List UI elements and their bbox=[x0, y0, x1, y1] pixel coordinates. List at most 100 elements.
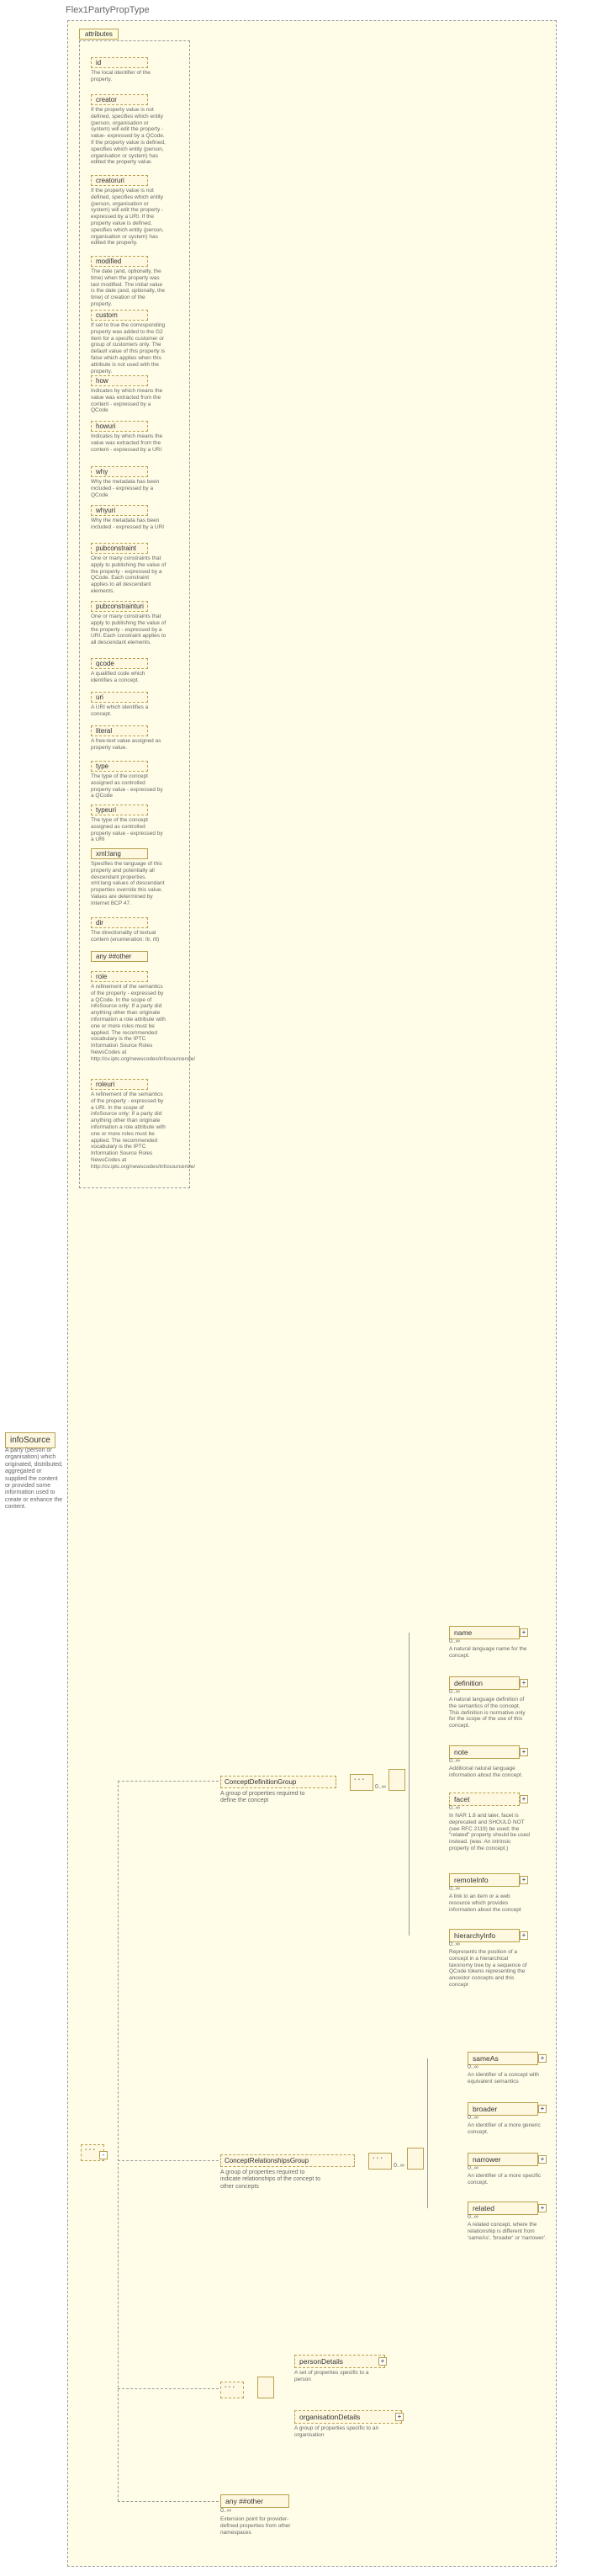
connector-line bbox=[118, 2388, 219, 2389]
attr-howuri[interactable]: howuri bbox=[91, 421, 148, 432]
sequence-compositor[interactable] bbox=[368, 2153, 392, 2170]
element-any[interactable]: any ##other bbox=[220, 2494, 289, 2508]
expand-icon[interactable]: + bbox=[520, 1876, 528, 1884]
expand-icon[interactable]: + bbox=[520, 1679, 528, 1687]
attr-typeuri[interactable]: typeuri bbox=[91, 805, 148, 815]
attr-pubconstrainturi[interactable]: pubconstrainturi bbox=[91, 601, 148, 612]
element-person-details[interactable]: personDetails bbox=[294, 2355, 385, 2368]
element-annotation: An identifier of a more generic concept. bbox=[468, 2122, 550, 2136]
attr-desc: One or many constraints that apply to pu… bbox=[91, 555, 166, 595]
attr-desc: The directionality of textual content (e… bbox=[91, 930, 166, 943]
expand-icon[interactable]: + bbox=[520, 1748, 528, 1756]
sequence-compositor[interactable] bbox=[350, 1774, 373, 1791]
element-annotation: A related concept, where the relationshi… bbox=[468, 2222, 550, 2241]
connector-line bbox=[409, 1633, 410, 1936]
choice-compositor[interactable] bbox=[388, 1769, 405, 1791]
attr-custom[interactable]: custom bbox=[91, 310, 148, 321]
multiplicity-label: 0..∞ bbox=[449, 1886, 460, 1892]
group-annotation: A group of properties required to indica… bbox=[220, 2170, 321, 2191]
element-name[interactable]: name bbox=[449, 1626, 520, 1639]
expand-icon[interactable]: + bbox=[520, 1931, 528, 1940]
expand-icon[interactable]: + bbox=[538, 2204, 547, 2212]
multiplicity-label: 0..∞ bbox=[449, 1941, 460, 1947]
attr-role[interactable]: role bbox=[91, 971, 148, 982]
attr-desc: The type of the concept assigned as cont… bbox=[91, 773, 166, 799]
multiplicity-label: 0..∞ bbox=[449, 1805, 460, 1811]
attr-id[interactable]: id bbox=[91, 57, 148, 68]
attr-uri[interactable]: uri bbox=[91, 692, 148, 703]
sequence-compositor[interactable] bbox=[220, 2382, 244, 2398]
element-definition[interactable]: definition bbox=[449, 1676, 520, 1690]
attr-xmllang[interactable]: xml:lang bbox=[91, 848, 148, 859]
multiplicity-label: 0..∞ bbox=[449, 1689, 460, 1695]
attr-how[interactable]: how bbox=[91, 375, 148, 386]
multiplicity-label: 0..∞ bbox=[468, 2115, 478, 2121]
element-related[interactable]: related bbox=[468, 2202, 538, 2215]
group-concept-relationships[interactable]: ConceptRelationshipsGroup bbox=[220, 2154, 355, 2167]
element-annotation: Represents the position of a concept in … bbox=[449, 1949, 531, 1989]
choice-compositor[interactable] bbox=[257, 2377, 274, 2398]
attr-desc: Why the metadata has been included - exp… bbox=[91, 479, 166, 498]
attr-creator[interactable]: creator bbox=[91, 94, 148, 105]
element-annotation: A set of properties specific to a person bbox=[294, 2370, 387, 2383]
connector-line bbox=[118, 1781, 219, 1782]
element-annotation: A group of properties specific to an org… bbox=[294, 2425, 387, 2439]
attr-whyuri[interactable]: whyuri bbox=[91, 505, 148, 516]
attr-desc: If the property value is not defined, sp… bbox=[91, 107, 166, 166]
attr-desc: A qualified code which identifies a conc… bbox=[91, 671, 166, 684]
attr-desc: The date (and, optionally, the time) whe… bbox=[91, 268, 166, 308]
element-sameas[interactable]: sameAs bbox=[468, 2052, 538, 2065]
attr-desc: Specifies the language of this property … bbox=[91, 861, 166, 907]
attr-desc: A URI which identifies a concept. bbox=[91, 704, 166, 718]
multiplicity-label: 0..∞ bbox=[220, 2508, 231, 2514]
attr-desc: A refinement of the semantics of the pro… bbox=[91, 1091, 166, 1171]
element-narrower[interactable]: narrower bbox=[468, 2153, 538, 2166]
element-annotation: Additional natural language information … bbox=[449, 1766, 531, 1779]
attr-type[interactable]: type bbox=[91, 761, 148, 772]
choice-compositor[interactable] bbox=[407, 2148, 424, 2170]
expand-icon[interactable]: + bbox=[538, 2155, 547, 2164]
attr-literal[interactable]: literal bbox=[91, 725, 148, 736]
multiplicity-label: 0..∞ bbox=[449, 1639, 460, 1644]
group-concept-definition[interactable]: ConceptDefinitionGroup bbox=[220, 1776, 336, 1788]
attr-desc: A refinement of the semantics of the pro… bbox=[91, 984, 166, 1063]
element-hierarchyinfo[interactable]: hierarchyInfo bbox=[449, 1929, 520, 1942]
connector-line bbox=[118, 1781, 119, 2501]
element-remoteinfo[interactable]: remoteInfo bbox=[449, 1873, 520, 1887]
attr-dir[interactable]: dir bbox=[91, 917, 148, 928]
expand-icon[interactable]: + bbox=[395, 2413, 404, 2421]
element-facet[interactable]: facet bbox=[449, 1793, 520, 1806]
multiplicity-label: 0..∞ bbox=[394, 2163, 404, 2169]
attr-roleuri[interactable]: roleuri bbox=[91, 1079, 148, 1090]
attr-why[interactable]: why bbox=[91, 466, 148, 477]
root-annotation: A party (person or organisation) which o… bbox=[5, 1447, 64, 1511]
multiplicity-label: 0..∞ bbox=[468, 2165, 478, 2171]
element-annotation: A natural language definition of the sem… bbox=[449, 1697, 531, 1729]
expand-icon[interactable]: + bbox=[538, 2105, 547, 2113]
connector-line bbox=[118, 2160, 219, 2161]
attr-desc: If the property value is not defined, sp… bbox=[91, 188, 166, 247]
connector-line bbox=[118, 2501, 219, 2502]
root-element[interactable]: infoSource bbox=[5, 1432, 56, 1448]
attributes-header[interactable]: attributes bbox=[79, 29, 119, 40]
attr-creatoruri[interactable]: creatoruri bbox=[91, 175, 148, 186]
expand-icon[interactable]: + bbox=[520, 1628, 528, 1637]
expand-icon[interactable]: - bbox=[99, 2151, 108, 2159]
attr-anyother[interactable]: any ##other bbox=[91, 951, 148, 962]
expand-icon[interactable]: + bbox=[378, 2357, 387, 2366]
expand-icon[interactable]: + bbox=[538, 2054, 547, 2063]
attr-modified[interactable]: modified bbox=[91, 256, 148, 267]
expand-icon[interactable]: + bbox=[520, 1795, 528, 1803]
element-annotation: An identifier of a concept with equivale… bbox=[468, 2072, 550, 2085]
element-note[interactable]: note bbox=[449, 1745, 520, 1759]
attr-desc: One or many constraints that apply to pu… bbox=[91, 613, 166, 646]
attr-desc: Indicates by which means the value was e… bbox=[91, 433, 166, 453]
attr-qcode[interactable]: qcode bbox=[91, 658, 148, 669]
attr-desc: Why the metadata has been included - exp… bbox=[91, 518, 166, 531]
element-annotation: A link to an item or a web resource whic… bbox=[449, 1893, 531, 1913]
attr-desc: The type of the concept assigned as cont… bbox=[91, 817, 166, 843]
attr-pubconstraint[interactable]: pubconstraint bbox=[91, 543, 148, 554]
element-annotation: Extension point for provider-defined pro… bbox=[220, 2516, 303, 2536]
element-broader[interactable]: broader bbox=[468, 2102, 538, 2116]
element-organisation-details[interactable]: organisationDetails bbox=[294, 2410, 402, 2424]
